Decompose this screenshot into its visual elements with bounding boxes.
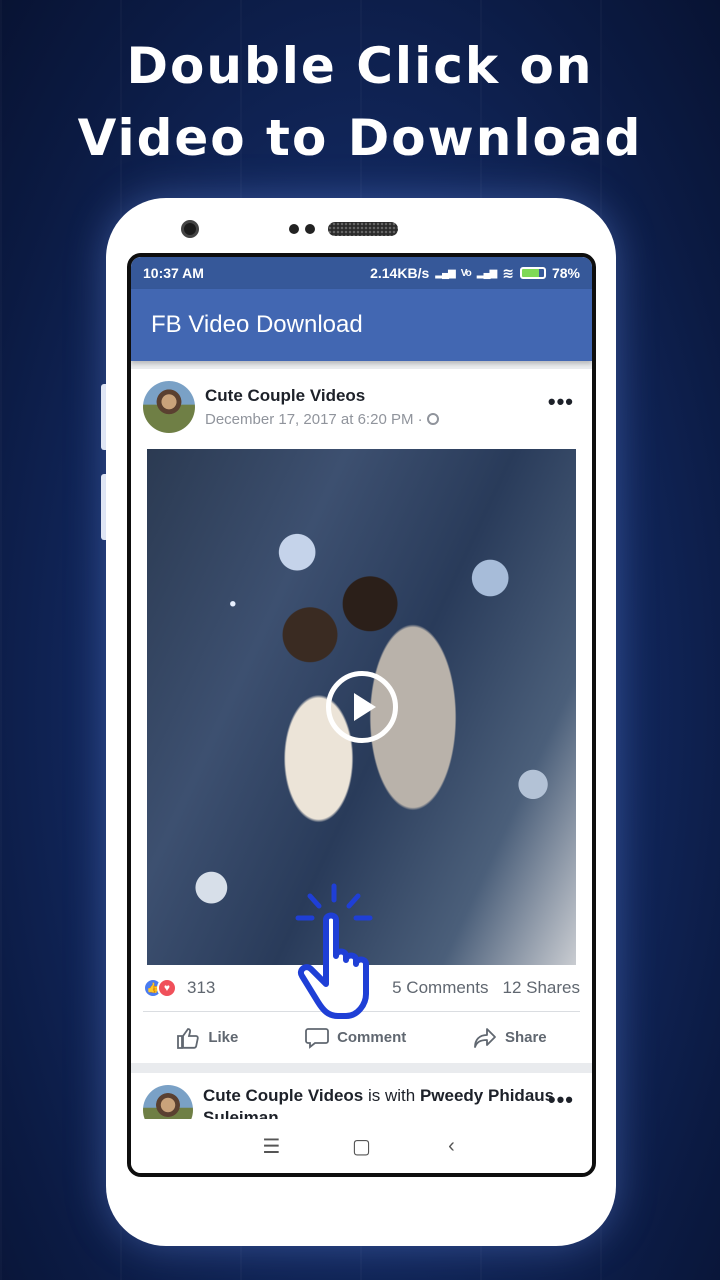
play-triangle [353, 693, 376, 721]
network-speed: 2.14KB/s [370, 265, 430, 281]
wifi-icon: ≋ [502, 264, 514, 281]
headline-line-2: Video to Download [77, 109, 643, 167]
recents-icon[interactable]: ☰ [257, 1134, 287, 1159]
signal-icon: ▂▄▆ [435, 267, 455, 279]
system-nav-bar: ☰ ▢ ‹ [131, 1119, 592, 1173]
stats-right: 5 Comments 12 Shares [392, 978, 580, 998]
home-icon[interactable]: ▢ [347, 1134, 377, 1159]
love-reaction-icon: ♥ [157, 978, 177, 998]
post-date-row: December 17, 2017 at 6:20 PM · [205, 411, 439, 428]
comment-icon [305, 1027, 329, 1049]
phone-screen: 10:37 AM 2.14KB/s ▂▄▆ Vo ▂▄▆ ≋ 78% FB Vi… [127, 253, 596, 1177]
play-button-icon[interactable] [325, 671, 398, 743]
proximity-sensor [289, 224, 299, 234]
app-title: FB Video Download [151, 311, 363, 338]
more-options-icon[interactable]: ••• [548, 389, 574, 415]
comment-button[interactable]: Comment [305, 1027, 406, 1049]
reaction-count: 313 [187, 978, 216, 997]
front-camera [181, 220, 199, 238]
like-button[interactable]: Like [176, 1027, 238, 1049]
post2-with: is with [363, 1086, 420, 1105]
shares-count[interactable]: 12 Shares [503, 978, 581, 998]
share-arrow-icon [474, 1027, 496, 1048]
post-header: Cute Couple Videos December 17, 2017 at … [131, 369, 592, 445]
more-options-icon-2[interactable]: ••• [548, 1087, 574, 1113]
share-label: Share [504, 1029, 547, 1046]
back-icon[interactable]: ‹ [437, 1135, 467, 1158]
comment-label: Comment [337, 1029, 407, 1046]
battery-percent: 78% [551, 265, 580, 281]
thumbs-up-icon [177, 1027, 200, 1049]
status-time: 10:37 AM [143, 265, 204, 281]
like-label: Like [208, 1029, 239, 1046]
status-indicators: 2.14KB/s ▂▄▆ Vo ▂▄▆ ≋ 78% [370, 265, 580, 282]
headline: Double Click on Video to Download [0, 30, 720, 174]
share-button[interactable]: Share [473, 1027, 547, 1049]
post-date[interactable]: December 17, 2017 at 6:20 PM · [205, 411, 427, 428]
author-avatar[interactable] [143, 381, 195, 433]
reactions[interactable]: 👍 ♥ 313 [143, 978, 215, 998]
earpiece-speaker [328, 222, 398, 236]
app-bar: FB Video Download [131, 289, 592, 361]
post2-author[interactable]: Cute Couple Videos [203, 1086, 363, 1105]
battery-icon [519, 267, 546, 279]
signal-icon-2: ▂▄▆ [476, 267, 497, 279]
headline-line-1: Double Click on [126, 37, 594, 95]
post-author[interactable]: Cute Couple Videos [205, 386, 439, 406]
light-sensor [305, 224, 315, 234]
comments-count[interactable]: 5 Comments [392, 978, 488, 998]
volte-icon: Vo [460, 267, 472, 279]
tap-hand-icon [295, 883, 373, 1019]
globe-icon [426, 413, 439, 425]
status-bar: 10:37 AM 2.14KB/s ▂▄▆ Vo ▂▄▆ ≋ 78% [131, 257, 592, 289]
post-meta: Cute Couple Videos December 17, 2017 at … [205, 386, 439, 428]
